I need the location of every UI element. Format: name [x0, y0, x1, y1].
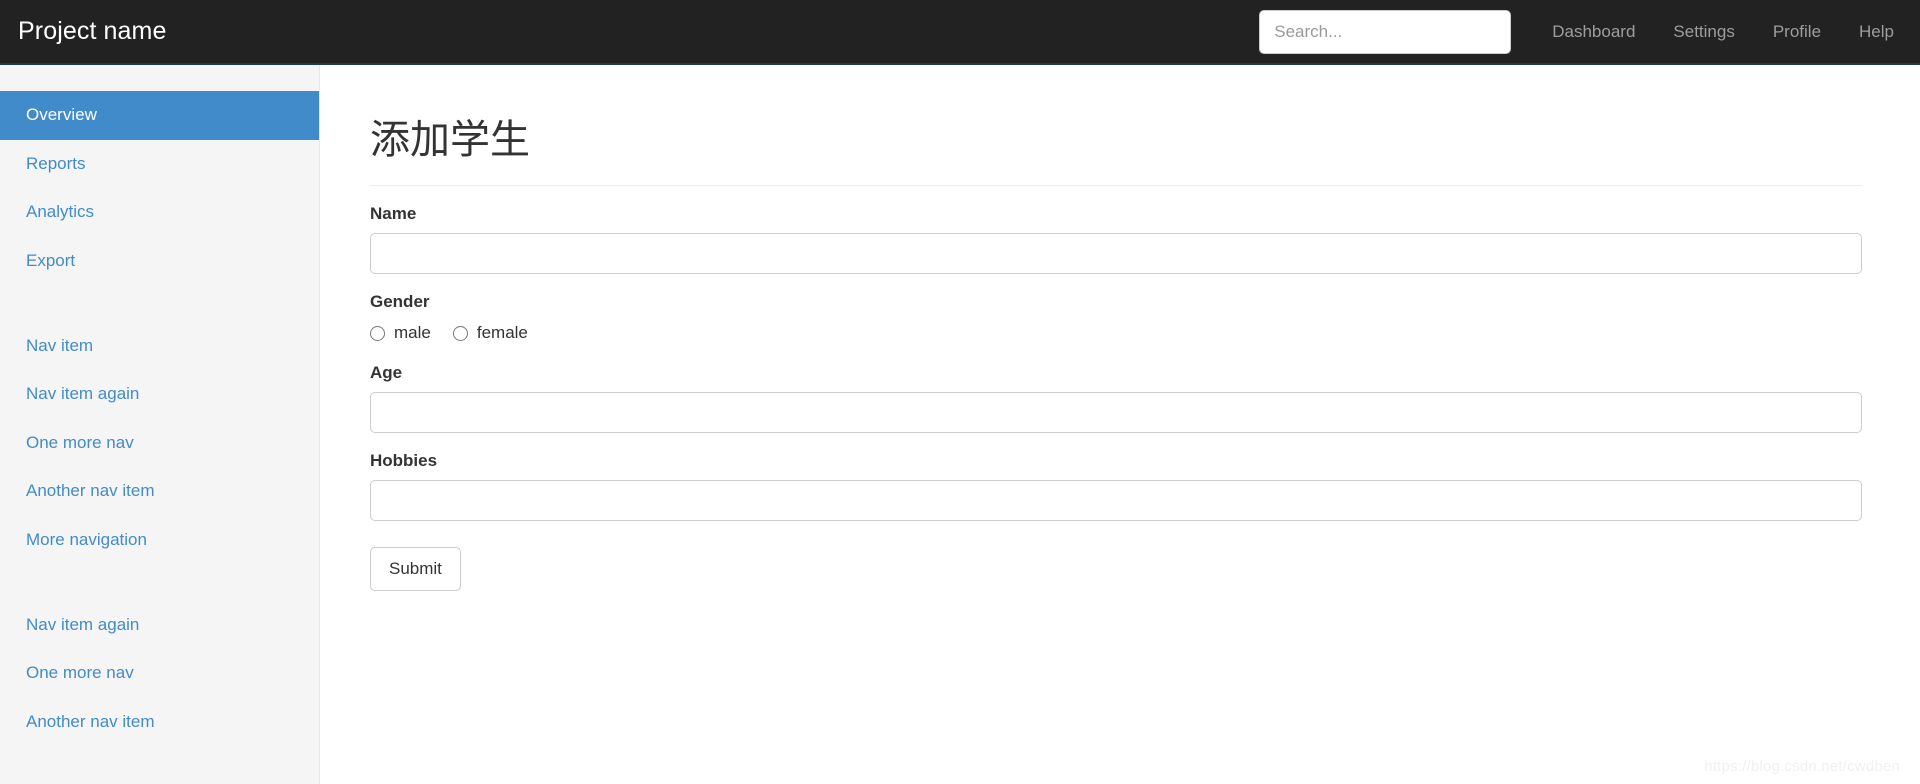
hobbies-label: Hobbies	[370, 451, 438, 470]
sidebar-item-more-navigation[interactable]: More navigation	[0, 516, 319, 565]
watermark: https://blog.csdn.net/cwdben	[1704, 758, 1900, 775]
navbar-right-group: Dashboard Settings Profile Help	[1259, 0, 1920, 63]
sidebar-item-label[interactable]: Reports	[0, 140, 319, 189]
sidebar-item-label[interactable]: Export	[0, 237, 319, 286]
form-group-age: Age	[370, 363, 1862, 433]
gender-option-female[interactable]: female	[452, 323, 528, 343]
nav-link-dashboard[interactable]: Dashboard	[1533, 0, 1654, 64]
gender-option-label: male	[394, 323, 431, 342]
sidebar-item-label[interactable]: Another nav item	[0, 467, 319, 516]
sidebar-item-export[interactable]: Export	[0, 237, 319, 286]
gender-label: Gender	[370, 292, 430, 311]
sidebar-group-secondary: Nav item Nav item again One more nav Ano…	[0, 322, 319, 565]
sidebar-item-label[interactable]: Overview	[0, 91, 319, 140]
add-student-form: Name Gender male female Age Hobbies Subm…	[370, 204, 1862, 591]
gender-option-label: female	[476, 323, 528, 342]
brand-title[interactable]: Project name	[0, 19, 167, 44]
sidebar-group-tertiary: Nav item again One more nav Another nav …	[0, 601, 319, 747]
sidebar-item-reports[interactable]: Reports	[0, 140, 319, 189]
form-group-name: Name	[370, 204, 1862, 274]
sidebar-item-one-more-nav-2[interactable]: One more nav	[0, 649, 319, 698]
sidebar-item-label[interactable]: More navigation	[0, 516, 319, 565]
sidebar-item-another-nav-item-2[interactable]: Another nav item	[0, 698, 319, 747]
sidebar-item-nav-item[interactable]: Nav item	[0, 322, 319, 371]
gender-option-male[interactable]: male	[370, 323, 431, 343]
main-content: 添加学生 Name Gender male female Age Hobbies…	[320, 65, 1920, 784]
sidebar-item-label[interactable]: Nav item again	[0, 370, 319, 419]
form-group-hobbies: Hobbies	[370, 451, 1862, 521]
nav-link-help[interactable]: Help	[1840, 0, 1920, 64]
gender-radio-female[interactable]	[452, 325, 468, 341]
age-input[interactable]	[370, 392, 1862, 433]
nav-link-profile[interactable]: Profile	[1754, 0, 1840, 64]
name-label: Name	[370, 204, 417, 223]
sidebar-item-another-nav-item[interactable]: Another nav item	[0, 467, 319, 516]
gender-radio-group: male female	[370, 321, 1862, 345]
submit-button[interactable]: Submit	[370, 547, 461, 591]
sidebar-group-primary: Overview Reports Analytics Export	[0, 91, 319, 286]
search-input[interactable]	[1259, 9, 1512, 54]
age-label: Age	[370, 363, 403, 382]
sidebar-item-one-more-nav[interactable]: One more nav	[0, 419, 319, 468]
sidebar: Overview Reports Analytics Export Nav it…	[0, 65, 320, 784]
gender-radio-male[interactable]	[370, 325, 385, 341]
name-input[interactable]	[370, 233, 1862, 274]
sidebar-item-label[interactable]: Another nav item	[0, 698, 319, 747]
nav-link-settings[interactable]: Settings	[1654, 0, 1753, 64]
sidebar-item-analytics[interactable]: Analytics	[0, 188, 319, 237]
sidebar-item-label[interactable]: One more nav	[0, 649, 319, 698]
hobbies-input[interactable]	[370, 480, 1862, 521]
sidebar-item-label[interactable]: One more nav	[0, 419, 319, 468]
form-group-gender: Gender male female	[370, 292, 1862, 345]
top-navbar: Project name Dashboard Settings Profile …	[0, 0, 1920, 65]
sidebar-item-label[interactable]: Analytics	[0, 188, 319, 237]
sidebar-item-nav-item-again[interactable]: Nav item again	[0, 370, 319, 419]
sidebar-item-label[interactable]: Nav item	[0, 322, 319, 371]
sidebar-item-label[interactable]: Nav item again	[0, 601, 319, 650]
page-title: 添加学生	[370, 117, 1862, 186]
sidebar-item-nav-item-again-2[interactable]: Nav item again	[0, 601, 319, 650]
sidebar-item-overview[interactable]: Overview	[0, 91, 319, 140]
